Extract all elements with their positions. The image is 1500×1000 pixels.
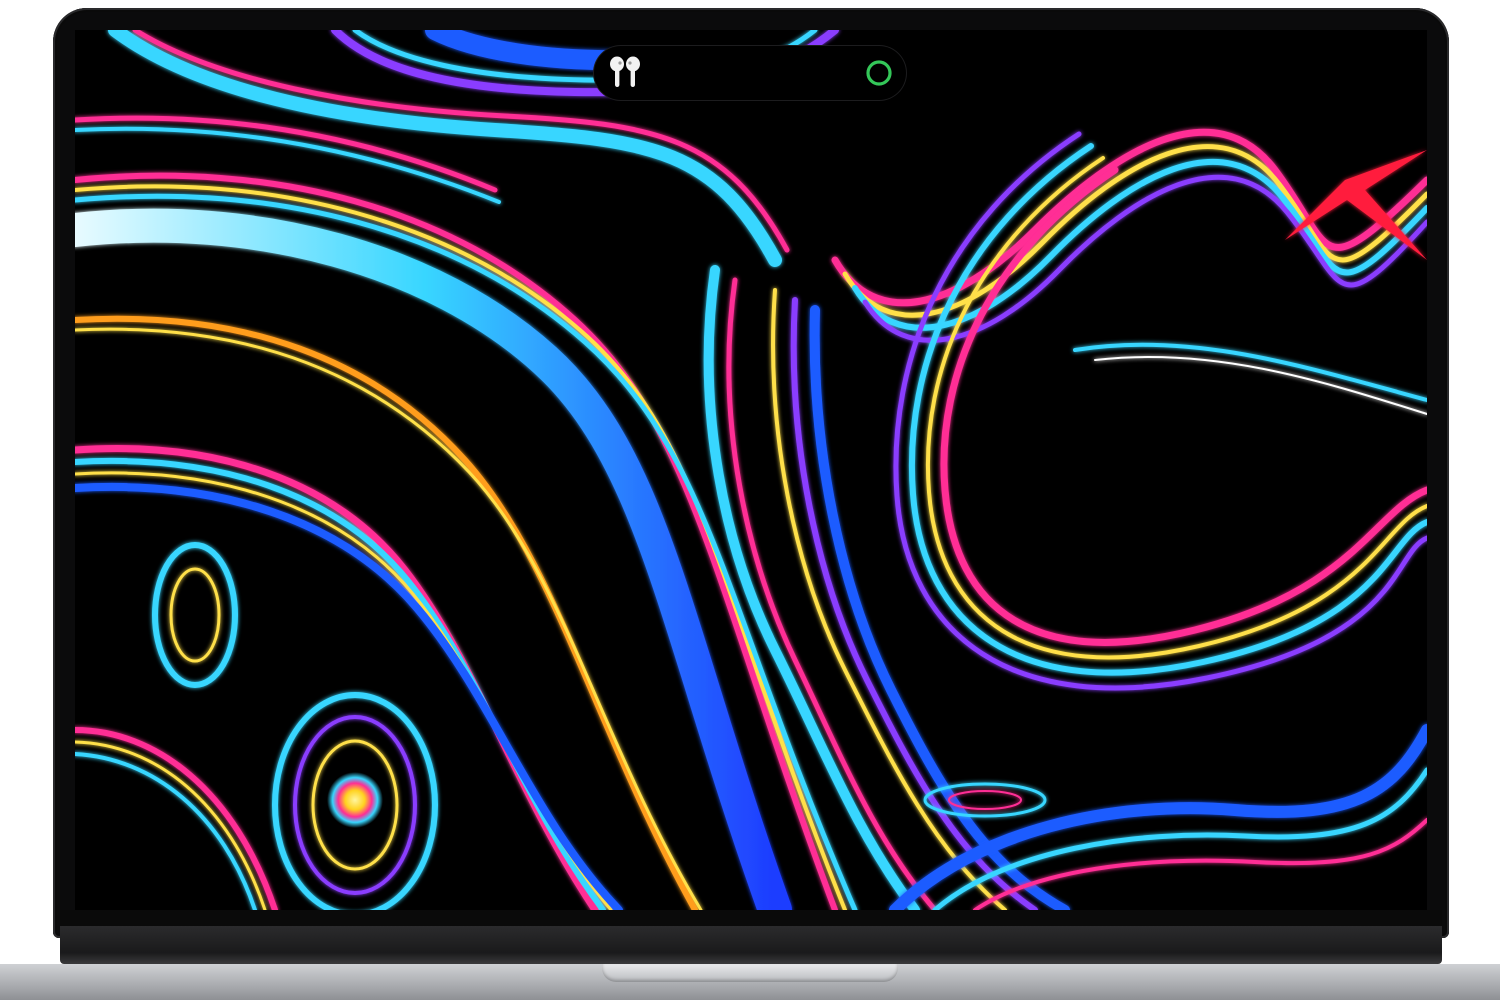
screen-wallpaper (75, 30, 1427, 910)
laptop-scene (0, 0, 1500, 1000)
airpods-icon (610, 56, 640, 87)
status-pill[interactable] (594, 46, 906, 100)
status-ring-icon (866, 60, 892, 86)
laptop-hinge (60, 926, 1442, 964)
lid-open-notch (602, 964, 898, 982)
wallpaper-art (75, 30, 1427, 910)
